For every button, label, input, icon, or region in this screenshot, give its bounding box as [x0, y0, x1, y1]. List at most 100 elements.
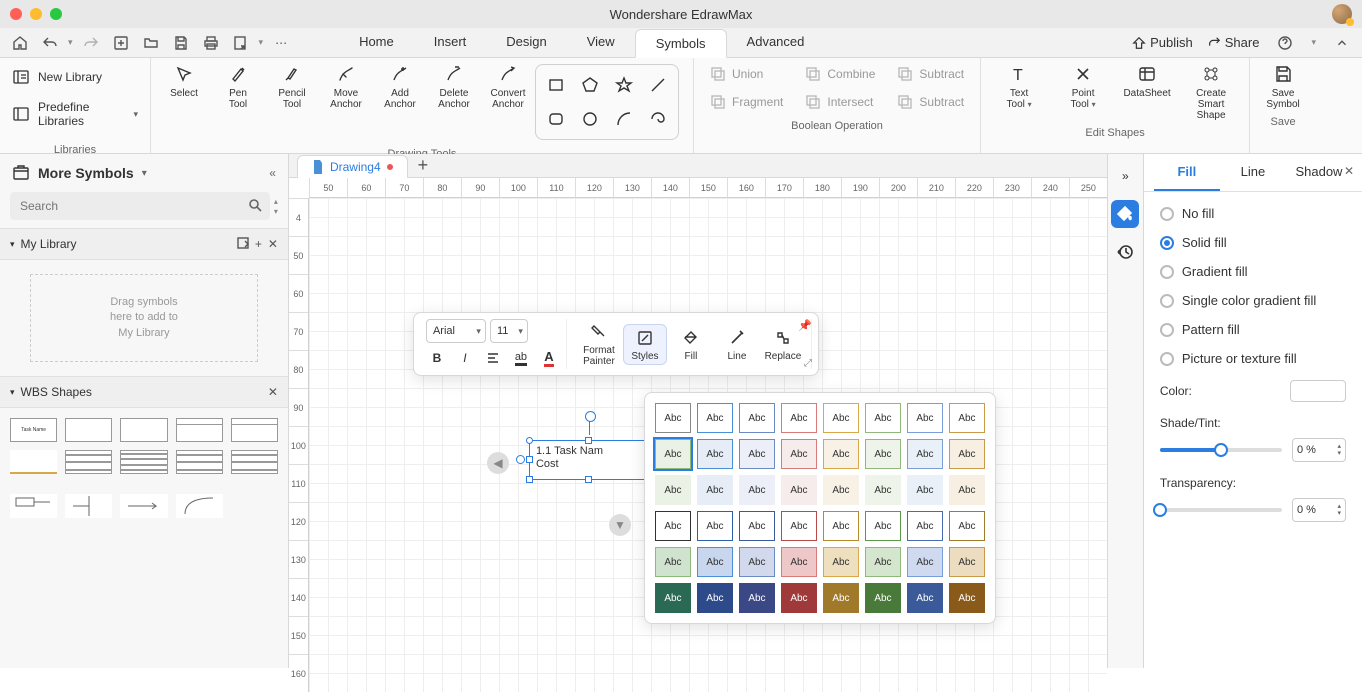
fill-option-gradient-fill[interactable]: Gradient fill	[1160, 264, 1346, 279]
arc-shape[interactable]	[610, 105, 638, 133]
fill-option-no-fill[interactable]: No fill	[1160, 206, 1346, 221]
expand-toolbar-icon[interactable]: ⤢	[804, 358, 812, 369]
menu-tab-home[interactable]: Home	[339, 28, 414, 57]
wbs-shape-4[interactable]	[176, 418, 223, 442]
star-shape[interactable]	[610, 71, 638, 99]
wbs-conn-1[interactable]	[10, 494, 57, 518]
style-swatch[interactable]: Abc	[697, 511, 733, 541]
style-swatch[interactable]: Abc	[739, 583, 775, 613]
close-right-panel-icon[interactable]: ✕	[1344, 164, 1354, 178]
style-swatch[interactable]: Abc	[907, 511, 943, 541]
style-swatch[interactable]: Abc	[655, 511, 691, 541]
wbs-shape-1[interactable]: Task Name	[10, 418, 57, 442]
transparency-slider[interactable]	[1160, 508, 1282, 512]
tool-select[interactable]: Select	[161, 62, 207, 110]
font-family-select[interactable]: Arial	[426, 319, 486, 343]
close-wbs-icon[interactable]: ✕	[268, 385, 278, 399]
tool-pen-tool[interactable]: Pen Tool	[215, 62, 261, 110]
export-icon[interactable]	[229, 31, 253, 55]
style-swatch[interactable]: Abc	[823, 511, 859, 541]
style-swatch[interactable]: Abc	[781, 475, 817, 505]
expand-right-panel-icon[interactable]: »	[1111, 162, 1139, 190]
edit-tool-point-tool[interactable]: Point Tool ▾	[1055, 62, 1111, 121]
add-tab-button[interactable]: +	[418, 155, 429, 176]
wbs-shape-8[interactable]	[120, 450, 167, 474]
shade-tint-value[interactable]: 0 %	[1292, 438, 1346, 462]
user-avatar[interactable]	[1332, 4, 1352, 24]
style-swatch[interactable]: Abc	[823, 547, 859, 577]
fill-option-picture-or-texture-fill[interactable]: Picture or texture fill	[1160, 351, 1346, 366]
align-button[interactable]	[482, 347, 504, 369]
style-swatch[interactable]: Abc	[865, 511, 901, 541]
right-tab-shadow[interactable]: Shadow	[1286, 154, 1352, 191]
style-swatch[interactable]: Abc	[781, 439, 817, 469]
edit-tool-create-smart-shape[interactable]: Create Smart Shape	[1183, 62, 1239, 121]
color-picker[interactable]	[1290, 380, 1346, 402]
library-drop-zone[interactable]: Drag symbols here to add to My Library	[30, 274, 258, 362]
highlight-button[interactable]: ab	[510, 347, 532, 369]
tool-move-anchor[interactable]: Move Anchor	[323, 62, 369, 110]
boolean-subtract[interactable]: Subtract	[891, 62, 970, 86]
menu-tab-symbols[interactable]: Symbols	[635, 29, 727, 58]
style-swatch[interactable]: Abc	[739, 403, 775, 433]
style-swatch[interactable]: Abc	[907, 439, 943, 469]
right-tab-fill[interactable]: Fill	[1154, 154, 1220, 191]
wbs-conn-3[interactable]	[120, 494, 167, 518]
close-library-icon[interactable]: ✕	[268, 237, 278, 251]
save-symbol-button[interactable]: Save Symbol	[1260, 62, 1306, 110]
shade-tint-slider[interactable]	[1160, 448, 1282, 452]
share-button[interactable]: Share	[1207, 35, 1260, 50]
mini-tool-format-painter[interactable]: Format Painter	[577, 319, 621, 369]
add-library-icon[interactable]: +	[255, 237, 262, 251]
style-swatch[interactable]: Abc	[949, 439, 985, 469]
style-swatch[interactable]: Abc	[697, 547, 733, 577]
style-swatch[interactable]: Abc	[865, 439, 901, 469]
nav-arrow-down[interactable]: ▼	[609, 514, 631, 536]
style-swatch[interactable]: Abc	[697, 403, 733, 433]
publish-button[interactable]: Publish	[1132, 35, 1193, 50]
right-tab-line[interactable]: Line	[1220, 154, 1286, 191]
fill-option-solid-fill[interactable]: Solid fill	[1160, 235, 1346, 250]
font-size-select[interactable]: 11	[490, 319, 528, 343]
style-swatch[interactable]: Abc	[823, 583, 859, 613]
style-swatch[interactable]: Abc	[865, 475, 901, 505]
style-swatch[interactable]: Abc	[739, 547, 775, 577]
style-swatch[interactable]: Abc	[697, 439, 733, 469]
style-swatch[interactable]: Abc	[865, 403, 901, 433]
menu-tab-insert[interactable]: Insert	[414, 28, 487, 57]
predefine-libraries-button[interactable]: Predefine Libraries ▾	[8, 96, 142, 132]
wbs-shape-5[interactable]	[231, 418, 278, 442]
menu-tab-advanced[interactable]: Advanced	[727, 28, 825, 57]
style-swatch[interactable]: Abc	[739, 511, 775, 541]
style-swatch[interactable]: Abc	[949, 583, 985, 613]
font-color-button[interactable]: A	[538, 347, 560, 369]
style-swatch[interactable]: Abc	[949, 475, 985, 505]
search-icon[interactable]	[248, 198, 262, 212]
scroll-down-icon[interactable]: ▾	[274, 207, 278, 216]
wbs-shape-9[interactable]	[176, 450, 223, 474]
edit-tool-datasheet[interactable]: DataSheet	[1119, 62, 1175, 121]
new-library-button[interactable]: New Library	[8, 64, 142, 90]
style-swatch[interactable]: Abc	[907, 583, 943, 613]
style-swatch[interactable]: Abc	[697, 583, 733, 613]
menu-tab-design[interactable]: Design	[486, 28, 566, 57]
italic-button[interactable]: I	[454, 347, 476, 369]
rotate-handle[interactable]	[589, 417, 590, 435]
pin-toolbar-icon[interactable]: 📌	[798, 319, 812, 332]
style-swatch[interactable]: Abc	[865, 583, 901, 613]
tool-pencil-tool[interactable]: Pencil Tool	[269, 62, 315, 110]
style-swatch[interactable]: Abc	[781, 583, 817, 613]
fill-option-single-color-gradient-fill[interactable]: Single color gradient fill	[1160, 293, 1346, 308]
resize-handle-ml[interactable]	[526, 456, 533, 463]
style-swatch[interactable]: Abc	[655, 475, 691, 505]
resize-handle-bm[interactable]	[585, 476, 592, 483]
open-icon[interactable]	[139, 31, 163, 55]
mini-tool-fill[interactable]: Fill	[669, 325, 713, 364]
wbs-conn-2[interactable]	[65, 494, 112, 518]
wbs-shape-7[interactable]	[65, 450, 112, 474]
spiral-shape[interactable]	[644, 105, 672, 133]
rect-shape[interactable]	[542, 71, 570, 99]
print-icon[interactable]	[199, 31, 223, 55]
style-swatch[interactable]: Abc	[655, 439, 691, 469]
circle-shape[interactable]	[576, 105, 604, 133]
